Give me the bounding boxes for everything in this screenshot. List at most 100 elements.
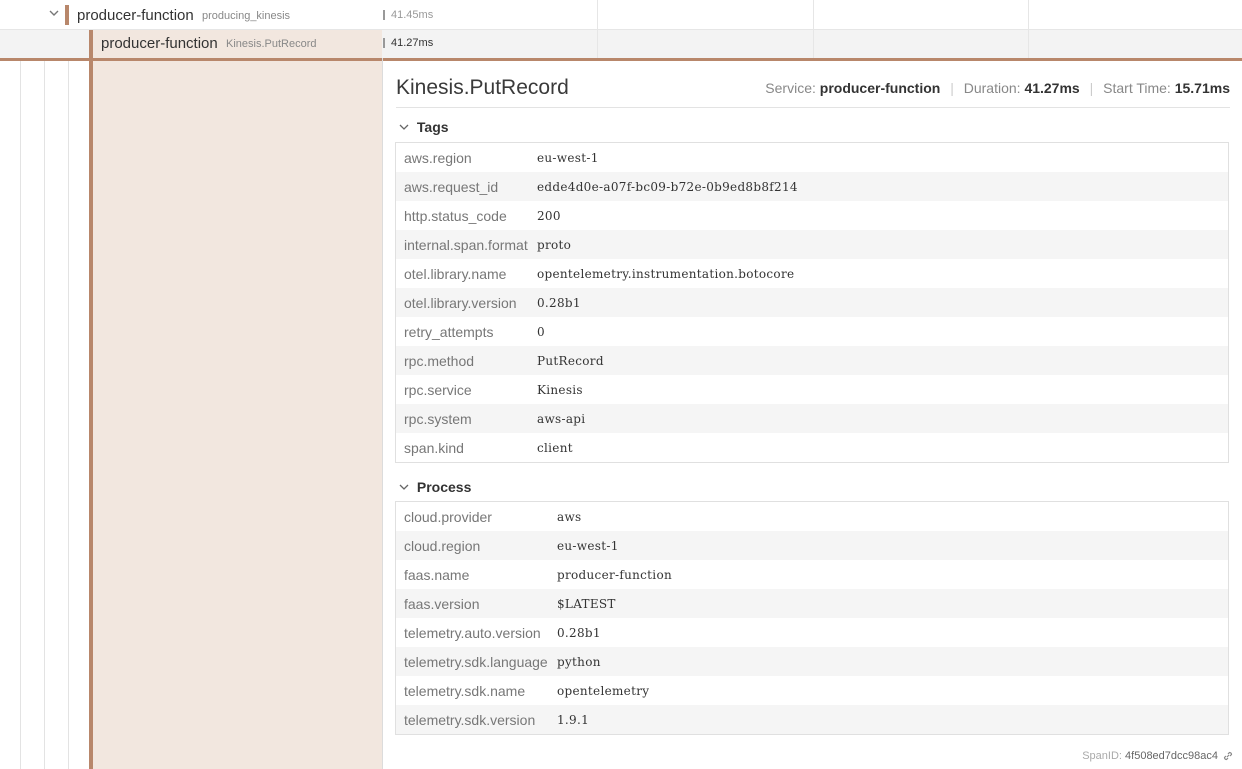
kv-value[interactable]: opentelemetry <box>557 684 649 698</box>
kv-value[interactable]: aws <box>557 510 581 524</box>
kv-row: rpc.method PutRecord <box>396 346 1228 375</box>
kv-row: cloud.provider aws <box>396 502 1228 531</box>
span-duration: 41.45ms <box>391 9 434 21</box>
kv-key: telemetry.auto.version <box>404 624 541 641</box>
timeline-tick <box>813 30 814 58</box>
timeline-tick <box>1028 0 1029 30</box>
kv-row: faas.name producer-function <box>396 560 1228 589</box>
timeline-tick <box>1028 30 1029 58</box>
span-id: SpanID: 4f508ed7dcc98ac4 <box>1082 750 1218 762</box>
service-color-bar <box>65 5 69 25</box>
service-color-bar <box>89 30 93 58</box>
chevron-down-icon <box>399 122 413 135</box>
tree-guide-line <box>44 0 45 769</box>
kv-row: faas.version $LATEST <box>396 589 1228 618</box>
kv-key: cloud.region <box>404 537 481 554</box>
kv-key: span.kind <box>404 439 464 456</box>
tags-toggle[interactable]: Tags <box>399 119 449 135</box>
kv-key: http.status_code <box>404 207 507 224</box>
kv-value[interactable]: opentelemetry.instrumentation.botocore <box>537 267 794 281</box>
kv-value[interactable]: eu-west-1 <box>537 151 599 165</box>
start-time-label: Start Time: <box>1103 80 1171 96</box>
kv-row: http.status_code 200 <box>396 201 1228 230</box>
service-name[interactable]: producer-function <box>77 7 194 24</box>
operation-name: Kinesis.PutRecord <box>226 38 317 50</box>
tree-guide-line <box>20 0 21 769</box>
kv-value[interactable]: eu-west-1 <box>557 539 619 553</box>
kv-value[interactable]: $LATEST <box>557 597 616 611</box>
chevron-down-icon <box>399 482 413 495</box>
kv-value[interactable]: 0 <box>537 325 545 339</box>
kv-value[interactable]: 0.28b1 <box>557 626 601 640</box>
duration-value: 41.27ms <box>1024 80 1080 96</box>
kv-key: faas.name <box>404 566 470 583</box>
kv-key: otel.library.name <box>404 265 507 282</box>
kv-key: telemetry.sdk.version <box>404 711 536 728</box>
kv-row: otel.library.name opentelemetry.instrumen… <box>396 259 1228 288</box>
kv-value[interactable]: 0.28b1 <box>537 296 581 310</box>
service-name[interactable]: producer-function <box>101 35 218 52</box>
separator: | <box>1089 80 1094 96</box>
kv-value[interactable]: aws-api <box>537 412 585 426</box>
kv-row: rpc.system aws-api <box>396 404 1228 433</box>
kv-value[interactable]: 1.9.1 <box>557 713 589 727</box>
span-id-value[interactable]: 4f508ed7dcc98ac4 <box>1125 750 1218 762</box>
span-duration-bar <box>383 38 385 48</box>
service-label: Service: <box>765 80 816 96</box>
kv-key: telemetry.sdk.language <box>404 653 548 670</box>
span-duration-bar <box>383 10 385 20</box>
selected-span-panel <box>89 30 382 769</box>
kv-row: retry_attempts 0 <box>396 317 1228 346</box>
link-icon[interactable] <box>1222 750 1234 762</box>
kv-value[interactable]: 200 <box>537 209 561 223</box>
trace-row-selected[interactable]: producer-function Kinesis.PutRecord 41.2… <box>0 30 1242 61</box>
kv-row: telemetry.auto.version 0.28b1 <box>396 618 1228 647</box>
kv-value[interactable]: client <box>537 441 573 455</box>
kv-key: aws.request_id <box>404 178 499 195</box>
kv-value[interactable]: Kinesis <box>537 383 583 397</box>
span-duration: 41.27ms <box>391 37 434 49</box>
process-table: cloud.provider aws cloud.region eu-west-1 fa… <box>395 501 1229 735</box>
kv-value[interactable]: producer-function <box>557 568 672 582</box>
kv-key: rpc.method <box>404 352 475 369</box>
kv-value[interactable]: proto <box>537 238 571 252</box>
separator: | <box>950 80 954 96</box>
kv-key: otel.library.version <box>404 294 517 311</box>
timeline-tick <box>597 30 598 58</box>
kv-value[interactable]: PutRecord <box>537 354 604 368</box>
tags-table: aws.region eu-west-1 aws.request_id edde4d0… <box>395 142 1229 463</box>
kv-row: telemetry.sdk.language python <box>396 647 1228 676</box>
kv-value[interactable]: python <box>557 655 601 669</box>
trace-row[interactable]: producer-function producing_kinesis 41.4… <box>0 0 1242 30</box>
duration-label: Duration: <box>963 80 1021 96</box>
kv-row: telemetry.sdk.name opentelemetry <box>396 676 1228 705</box>
kv-row: rpc.service Kinesis <box>396 375 1228 404</box>
kv-key: retry_attempts <box>404 323 494 340</box>
process-toggle[interactable]: Process <box>399 479 471 495</box>
kv-key: rpc.service <box>404 381 472 398</box>
service-value: producer-function <box>819 80 941 96</box>
kv-row: internal.span.format proto <box>396 230 1228 259</box>
kv-row: aws.region eu-west-1 <box>396 143 1228 172</box>
kv-row: cloud.region eu-west-1 <box>396 531 1228 560</box>
span-detail-panel: Kinesis.PutRecord Service: producer-func… <box>383 61 1242 769</box>
process-heading: Process <box>416 479 472 495</box>
divider <box>396 107 1230 108</box>
kv-row: span.kind client <box>396 433 1228 462</box>
service-color-bar <box>89 30 93 769</box>
kv-key: cloud.provider <box>404 508 492 525</box>
kv-key: rpc.system <box>404 410 472 427</box>
kv-key: aws.region <box>404 149 472 166</box>
timeline-tick <box>597 0 598 30</box>
kv-key: internal.span.format <box>404 236 528 253</box>
kv-key: faas.version <box>404 595 480 612</box>
span-overview: Service: producer-function | Duration: 4… <box>765 80 1230 96</box>
kv-value[interactable]: edde4d0e-a07f-bc09-b72e-0b9ed8b8f214 <box>537 180 798 194</box>
span-id-label: SpanID: <box>1082 750 1122 762</box>
span-title: Kinesis.PutRecord <box>396 76 569 99</box>
tags-heading: Tags <box>416 119 449 135</box>
kv-row: telemetry.sdk.version 1.9.1 <box>396 705 1228 734</box>
chevron-down-icon[interactable] <box>47 6 61 20</box>
timeline-tick <box>813 0 814 30</box>
start-time-value: 15.71ms <box>1174 80 1230 96</box>
